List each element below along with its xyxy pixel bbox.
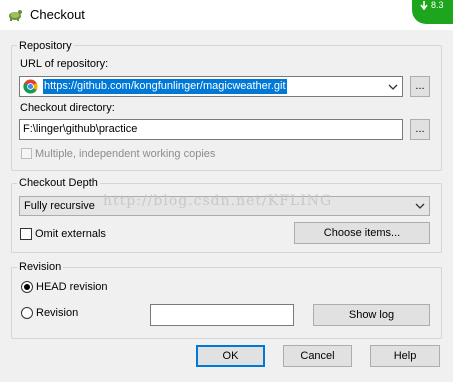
depth-selected: Fully recursive — [24, 200, 95, 212]
chrome-icon — [23, 79, 38, 97]
cancel-button[interactable]: Cancel — [283, 345, 352, 367]
dir-label: Checkout directory: — [20, 102, 115, 114]
multiple-label: Multiple, independent working copies — [35, 148, 216, 160]
revision-group — [11, 267, 442, 339]
revision-radio[interactable] — [21, 307, 33, 319]
watermark-text: http://blog.csdn.net/KFLING — [103, 193, 333, 209]
head-revision-label: HEAD revision — [36, 281, 108, 293]
revision-input[interactable] — [150, 304, 294, 326]
chevron-down-icon[interactable] — [413, 199, 427, 213]
choose-items-button[interactable]: Choose items... — [294, 222, 430, 244]
version-badge: 8.3 — [431, 0, 444, 10]
head-revision-radio[interactable] — [21, 281, 33, 293]
depth-legend: Checkout Depth — [17, 177, 100, 189]
ok-button[interactable]: OK — [196, 345, 265, 367]
download-arrow-icon — [420, 1, 428, 14]
window-title: Checkout — [30, 7, 85, 22]
directory-field[interactable]: F:\linger\github\practice — [19, 119, 403, 140]
repository-legend: Repository — [17, 40, 74, 52]
tortoise-app-icon — [7, 6, 23, 22]
multiple-checkbox[interactable] — [21, 148, 32, 159]
url-combobox[interactable]: https://github.com/kongfunlinger/magicwe… — [19, 76, 403, 97]
show-log-button[interactable]: Show log — [313, 304, 430, 326]
revision-legend: Revision — [17, 261, 64, 273]
chevron-down-icon[interactable] — [386, 80, 400, 94]
help-button[interactable]: Help — [370, 345, 440, 367]
url-label: URL of repository: — [20, 58, 109, 70]
url-value: https://github.com/kongfunlinger/magicwe… — [43, 79, 287, 94]
url-browse-button[interactable]: ... — [410, 76, 430, 97]
revision-label: Revision — [36, 307, 79, 319]
omit-externals-checkbox[interactable] — [20, 228, 32, 240]
omit-externals-label: Omit externals — [35, 228, 106, 240]
dir-browse-button[interactable]: ... — [410, 119, 430, 140]
directory-value: F:\linger\github\practice — [23, 123, 138, 135]
